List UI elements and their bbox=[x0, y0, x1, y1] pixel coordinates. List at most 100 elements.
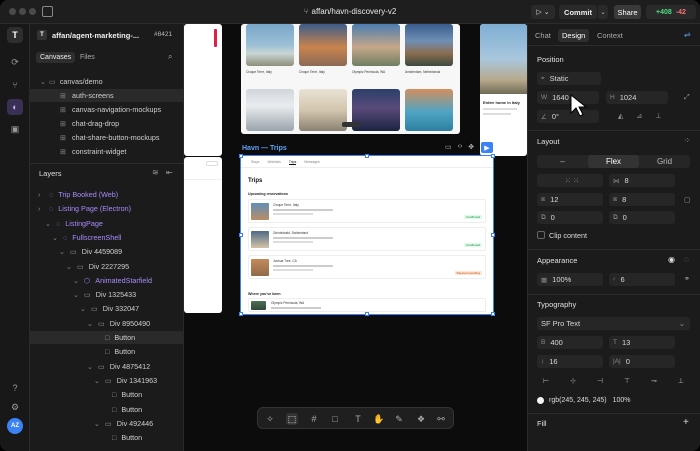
git-icon[interactable]: ⑂ bbox=[7, 77, 23, 93]
tab-design[interactable]: Design bbox=[558, 29, 590, 42]
chevron-icon[interactable]: ⌄ bbox=[94, 419, 102, 428]
pen-icon[interactable]: ✎ bbox=[393, 413, 405, 425]
frame-listing-grid[interactable]: Cinque Terre, Italy Cinque Terre, Italy … bbox=[241, 24, 460, 134]
layer-row[interactable]: □ Button bbox=[30, 431, 184, 444]
layer-row[interactable]: ⌄ ▭ Div 4875412 bbox=[30, 360, 184, 373]
trips-tab[interactable]: Messages bbox=[304, 160, 319, 165]
eye-icon[interactable]: ◉ bbox=[668, 255, 675, 264]
canvas-item-navigation-mockups[interactable]: ⊞ canvas-navigation-mockups bbox=[30, 103, 184, 116]
font-weight-field[interactable]: B 400 bbox=[537, 336, 603, 349]
panel-toggle-icon[interactable]: ⇌ bbox=[684, 30, 691, 39]
align-top-icon[interactable]: ⊤ bbox=[624, 377, 630, 385]
position-mode-select[interactable]: ⌖ Static bbox=[537, 72, 601, 85]
search-icon[interactable]: ⌕ bbox=[168, 52, 172, 62]
component-icon[interactable]: ❖ bbox=[415, 413, 427, 425]
chevron-icon[interactable]: ⌄ bbox=[59, 247, 67, 256]
chevron-icon[interactable]: ⌄ bbox=[52, 233, 60, 242]
layer-row[interactable]: □ Button bbox=[30, 345, 184, 358]
run-button[interactable]: ▷ ⌄ bbox=[531, 5, 555, 19]
commit-button[interactable]: Commit bbox=[559, 5, 597, 19]
chevron-icon[interactable]: ⌄ bbox=[73, 290, 81, 299]
layer-row[interactable]: □ Button bbox=[30, 403, 184, 416]
layers-stack-icon[interactable]: ≋ bbox=[152, 168, 159, 177]
flip-vertical-icon[interactable]: ⊿ bbox=[636, 112, 642, 120]
layer-row[interactable]: ⌄ ▭ Div 492446 bbox=[30, 417, 184, 430]
chevron-icon[interactable]: ⌄ bbox=[45, 219, 53, 228]
font-size-field[interactable]: T 13 bbox=[609, 336, 675, 349]
reservation-card[interactable]: Grindelwald, Switzerland Confirmed bbox=[248, 227, 486, 251]
resize-handle[interactable] bbox=[365, 312, 369, 316]
rectangle-icon[interactable]: □ bbox=[329, 413, 341, 425]
align-left-icon[interactable]: ⊢ bbox=[543, 377, 549, 385]
workspace-logo[interactable]: T bbox=[7, 27, 23, 43]
height-field[interactable]: H 1024 bbox=[606, 91, 668, 104]
frame-icon[interactable]: # bbox=[308, 413, 320, 425]
opacity-field[interactable]: ▦ 100% bbox=[537, 273, 603, 286]
code-icon[interactable]: ‹› bbox=[458, 143, 463, 151]
trips-tab[interactable]: Stays bbox=[251, 160, 259, 165]
frame-havn-trips[interactable]: Stays Wishlists Trips Messages Trips Upcomi… bbox=[240, 155, 494, 315]
workspace-name[interactable]: affan/agent-marketing-... bbox=[52, 31, 139, 40]
padding-y-field[interactable]: ⧈ 8 bbox=[609, 193, 675, 206]
text-color-row[interactable]: rgb(245, 245, 245) 100% bbox=[537, 394, 677, 407]
clip-content-checkbox[interactable] bbox=[537, 231, 545, 239]
tab-context[interactable]: Context bbox=[597, 31, 623, 40]
tab-files[interactable]: Files bbox=[80, 54, 95, 61]
refresh-icon[interactable]: ⟳ bbox=[7, 54, 23, 70]
layer-row[interactable]: ⌄ ▭ Div 2227295 bbox=[30, 260, 184, 273]
add-fill-button[interactable]: + bbox=[683, 417, 689, 428]
resize-handle[interactable] bbox=[239, 312, 243, 316]
frame-auth-partial[interactable] bbox=[184, 24, 222, 156]
font-family-select[interactable]: SF Pro Text ⌄ bbox=[537, 317, 690, 330]
layout-grid-icon[interactable]: ⁘ bbox=[684, 136, 691, 145]
trips-tab[interactable]: Wishlists bbox=[267, 160, 280, 165]
align-center-icon[interactable]: ⊹ bbox=[570, 377, 576, 385]
canvas-item-auth-screens[interactable]: ⊞ auth-screens bbox=[30, 89, 184, 102]
layout-mode-none[interactable]: – bbox=[537, 155, 588, 168]
device-icon[interactable]: ▭ bbox=[445, 143, 452, 151]
frame-phone[interactable]: Entire home in Italy bbox=[480, 24, 527, 156]
resize-handle[interactable] bbox=[239, 233, 243, 237]
frame-label[interactable]: Havn — Trips bbox=[242, 145, 287, 152]
pr-number[interactable]: #8421 bbox=[154, 31, 172, 38]
frame-chat-partial[interactable] bbox=[184, 157, 222, 313]
layer-row[interactable]: ⌄ ▭ Div 4459089 bbox=[30, 245, 184, 258]
chevron-icon[interactable]: ⌄ bbox=[87, 362, 95, 371]
trips-tab[interactable]: Trips bbox=[288, 160, 297, 165]
layout-mode-grid[interactable]: Grid bbox=[639, 155, 690, 168]
settings-gear-icon[interactable]: ⚙ bbox=[7, 399, 23, 415]
chevron-icon[interactable]: ⌄ bbox=[94, 376, 102, 385]
radius-link-icon[interactable]: ⚭ bbox=[684, 275, 690, 283]
margin-x-field[interactable]: ⧉ 0 bbox=[537, 211, 603, 224]
layer-row[interactable]: □ Button bbox=[30, 331, 184, 344]
width-field[interactable]: W 1640 bbox=[537, 91, 599, 104]
align-bottom-icon[interactable]: ⊥ bbox=[655, 112, 661, 120]
constraints-icon[interactable]: ⤢ bbox=[684, 94, 690, 102]
reservation-card[interactable]: Joshua Tree, CA Payment pending bbox=[248, 255, 486, 279]
resize-handle[interactable] bbox=[365, 154, 369, 158]
drop-icon[interactable]: ◌ bbox=[684, 255, 689, 264]
layer-row[interactable]: › ◌ Listing Page (Electron) bbox=[30, 202, 184, 215]
collapse-icon[interactable]: ⇤ bbox=[166, 168, 173, 177]
canvas-item-share-button[interactable]: ⊞ chat-share-button-mockups bbox=[30, 131, 184, 144]
layer-row[interactable]: ⌄ ⬡ AnimatedStarfield bbox=[30, 274, 184, 287]
letter-spacing-field[interactable]: |A| 0 bbox=[609, 355, 675, 368]
layer-row[interactable]: □ Button bbox=[30, 388, 184, 401]
layer-row[interactable]: ⌄ ▭ Div 8950490 bbox=[30, 317, 184, 330]
padding-x-field[interactable]: ⧈ 12 bbox=[537, 193, 603, 206]
image-icon[interactable]: ▣ bbox=[7, 121, 23, 137]
layer-row[interactable]: ⌄ ▭ Div 1341963 bbox=[30, 374, 184, 387]
alignment-picker[interactable]: ⁙ ⁙ bbox=[537, 174, 603, 187]
canvas-item-constraint-widget[interactable]: ⊞ constraint-widget bbox=[30, 145, 184, 158]
chevron-icon[interactable]: ⌄ bbox=[87, 319, 95, 328]
align-right-icon[interactable]: ⊣ bbox=[597, 377, 603, 385]
canvas-area[interactable]: Cinque Terre, Italy Cinque Terre, Italy … bbox=[184, 24, 527, 451]
connect-icon[interactable]: ⚯ bbox=[435, 413, 447, 425]
avatar[interactable]: AZ bbox=[7, 418, 23, 434]
reservation-card[interactable]: Cinque Terre, Italy Confirmed bbox=[248, 199, 486, 223]
chevron-icon[interactable]: › bbox=[38, 190, 46, 199]
canvas-folder[interactable]: ⌄ ▭ canvas/demo bbox=[30, 75, 184, 88]
diff-stat-badge[interactable]: +408 -42 bbox=[646, 5, 696, 19]
chevron-icon[interactable]: ⌄ bbox=[73, 276, 81, 285]
resize-handle[interactable] bbox=[239, 154, 243, 158]
